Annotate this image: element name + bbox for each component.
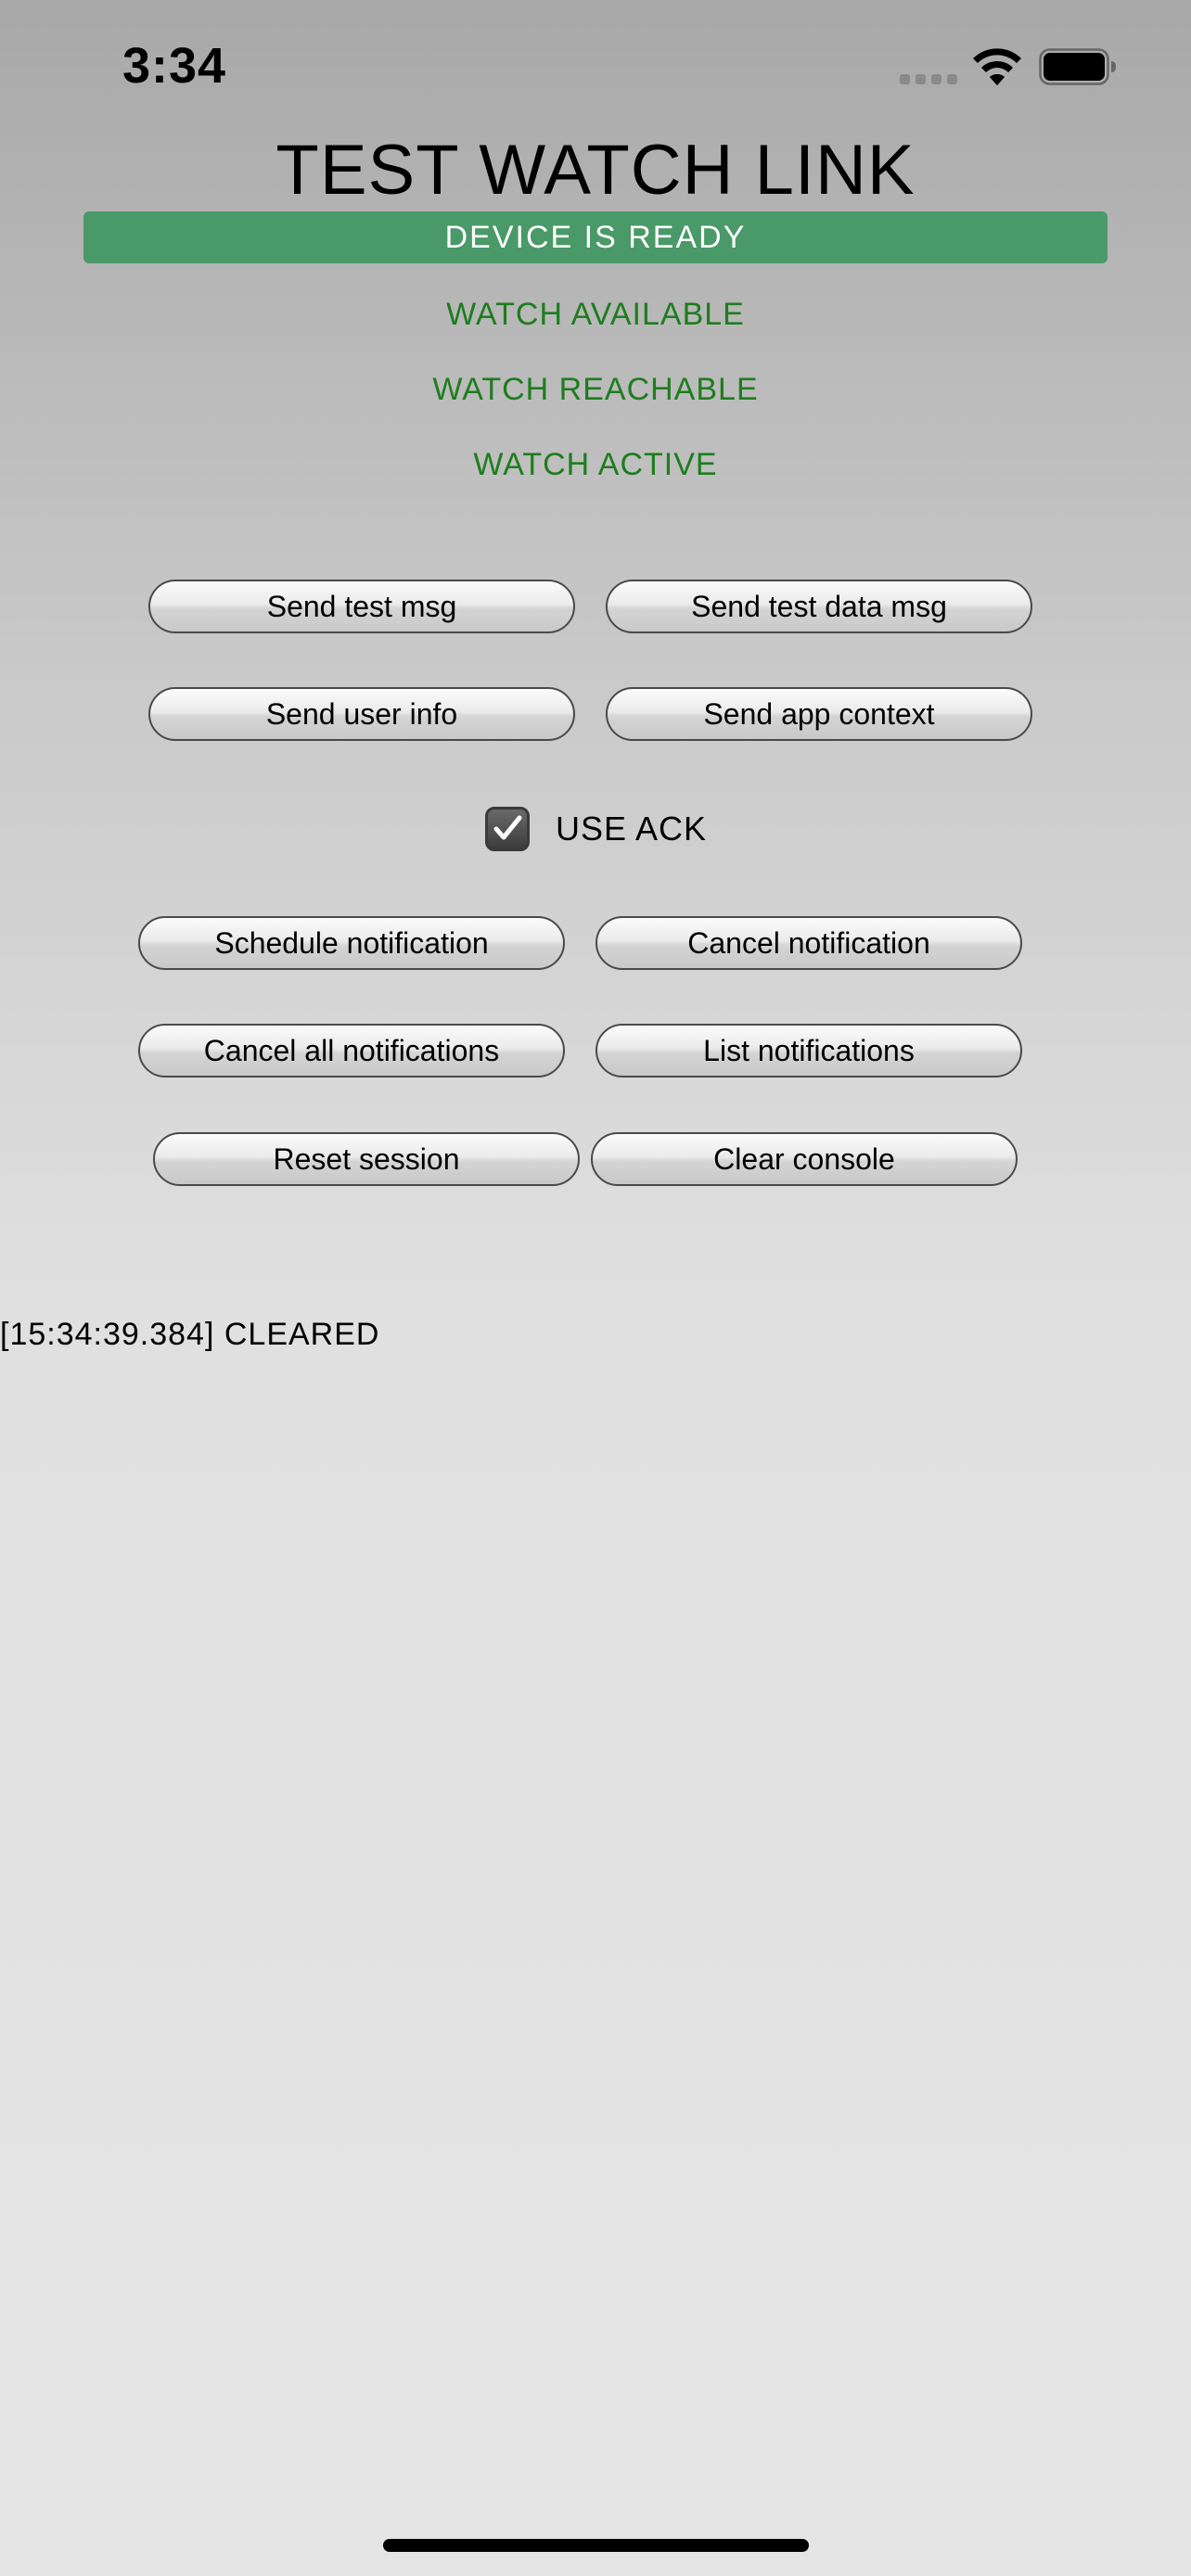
status-time: 3:34	[122, 38, 227, 94]
page-title: TEST WATCH LINK	[275, 131, 916, 210]
watch-reachable-status: WATCH REACHABLE	[432, 372, 759, 407]
clear-console-button[interactable]: Clear console	[591, 1132, 1018, 1186]
cancel-all-notifications-button[interactable]: Cancel all notifications	[138, 1024, 565, 1078]
use-ack-label: USE ACK	[556, 810, 708, 848]
checkmark-icon	[493, 815, 522, 840]
send-user-info-button[interactable]: Send user info	[148, 687, 575, 741]
send-test-data-msg-button[interactable]: Send test data msg	[606, 580, 1032, 633]
status-bar: 3:34	[0, 0, 1191, 139]
home-indicator[interactable]	[383, 2539, 809, 2552]
watch-active-status: WATCH ACTIVE	[473, 447, 718, 482]
use-ack-checkbox[interactable]	[485, 807, 530, 851]
signal-icon	[900, 74, 957, 84]
send-test-msg-button[interactable]: Send test msg	[148, 580, 575, 633]
use-ack-toggle[interactable]: USE ACK	[485, 807, 707, 851]
device-status-banner: DEVICE IS READY	[83, 211, 1108, 263]
battery-icon	[1039, 48, 1116, 85]
send-app-context-button[interactable]: Send app context	[606, 687, 1032, 741]
watch-available-status: WATCH AVAILABLE	[446, 297, 745, 332]
list-notifications-button[interactable]: List notifications	[596, 1024, 1022, 1078]
console-output: [15:34:39.384] CLEARED	[0, 1317, 1191, 1353]
console-line: [15:34:39.384] CLEARED	[0, 1317, 380, 1352]
schedule-notification-button[interactable]: Schedule notification	[138, 916, 565, 970]
wifi-icon	[973, 48, 1021, 85]
cancel-notification-button[interactable]: Cancel notification	[596, 916, 1022, 970]
reset-session-button[interactable]: Reset session	[153, 1132, 580, 1186]
